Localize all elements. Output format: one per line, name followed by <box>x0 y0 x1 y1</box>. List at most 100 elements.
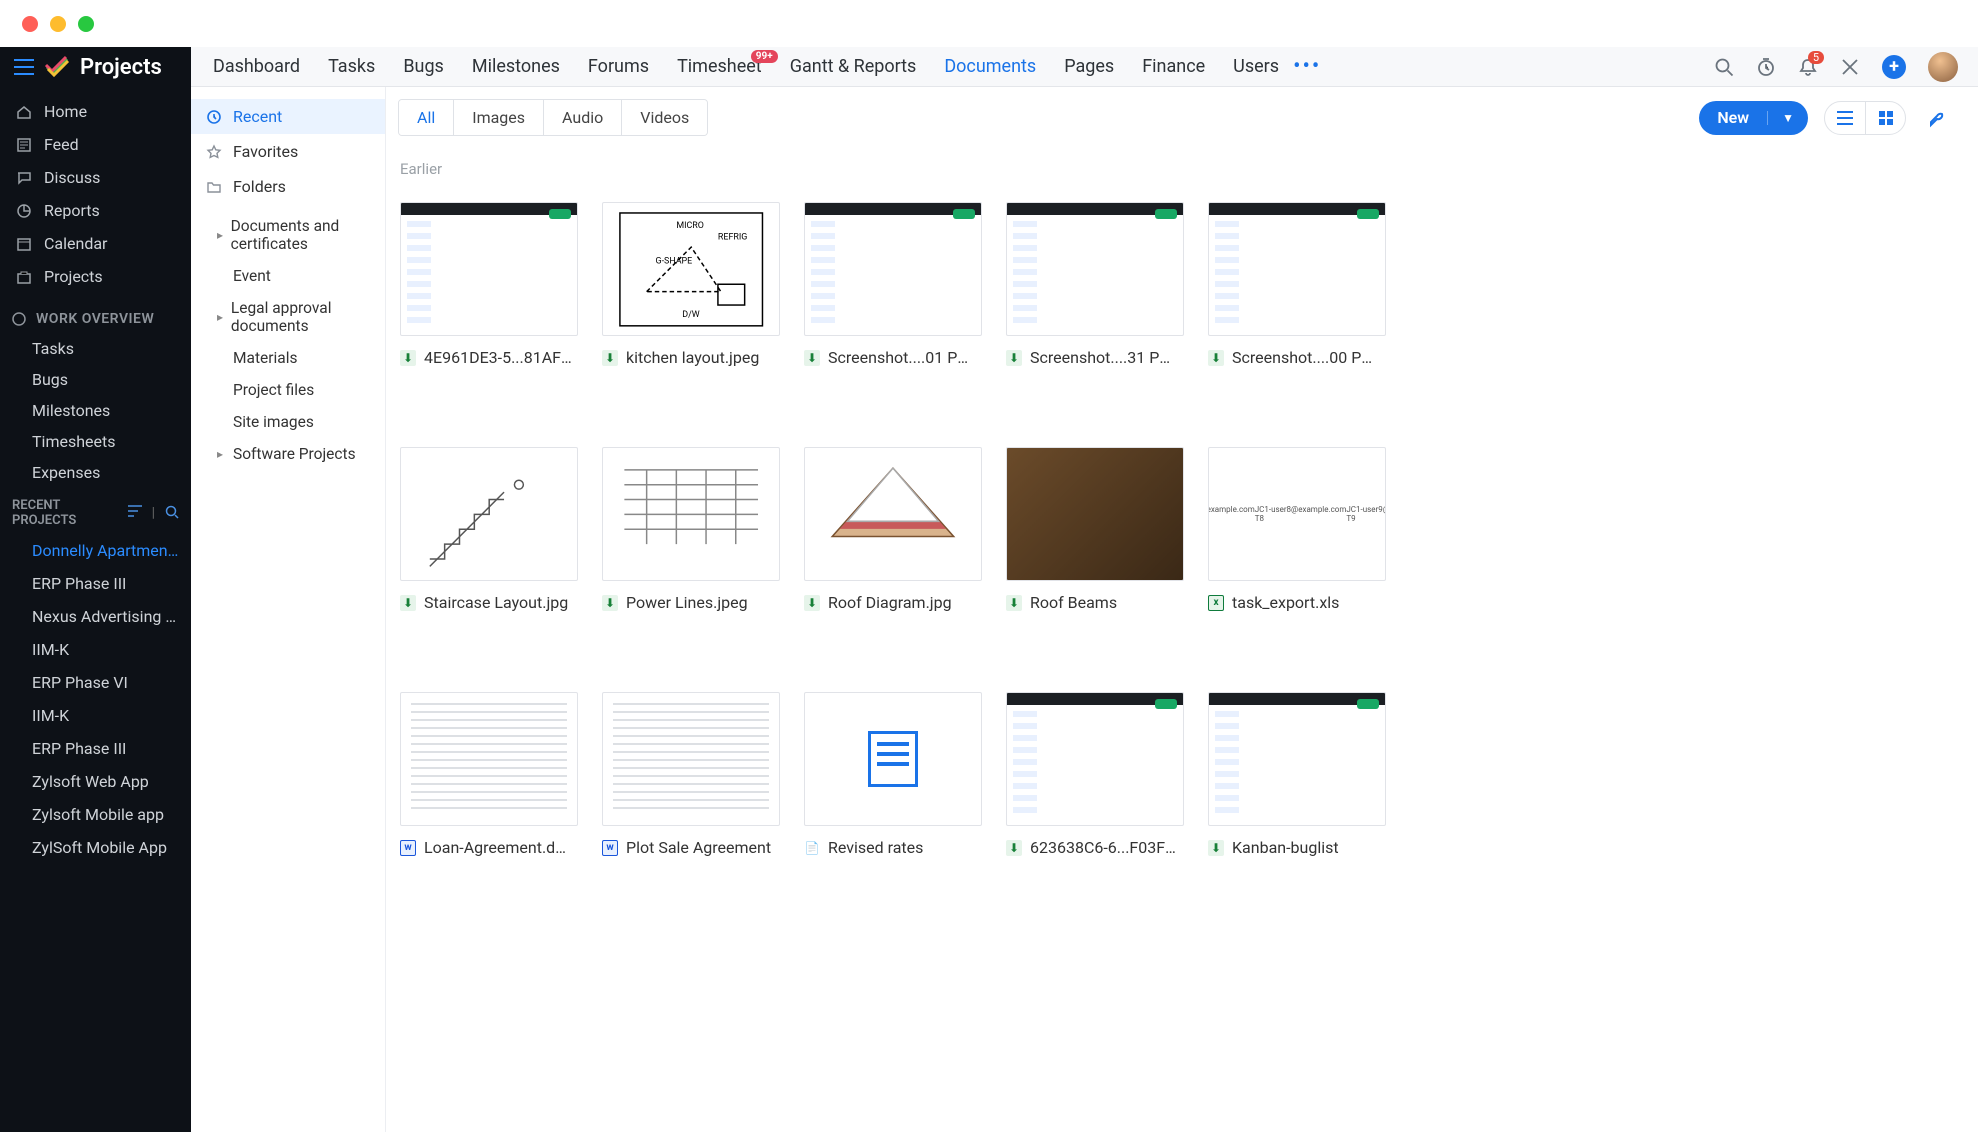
bell-icon[interactable]: 5 <box>1798 57 1818 77</box>
settings-icon[interactable] <box>1922 108 1954 128</box>
svg-text:MICRO: MICRO <box>676 220 704 230</box>
new-caret-icon[interactable]: ▼ <box>1767 111 1808 125</box>
grid-view-icon[interactable] <box>1865 102 1905 134</box>
file-card[interactable]: wLoan-Agreement.docx <box>400 692 578 857</box>
recent-project-item[interactable]: ZylSoft Mobile App <box>0 831 191 864</box>
recent-project-item[interactable]: Zylsoft Web App <box>0 765 191 798</box>
timer-icon[interactable] <box>1756 57 1776 77</box>
clock-icon <box>205 109 223 125</box>
tab-milestones[interactable]: Milestones <box>470 56 562 77</box>
file-card[interactable]: ⬇Roof Beams <box>1006 447 1184 612</box>
folder-tree-item[interactable]: Project files <box>191 374 385 406</box>
folder-tree-item[interactable]: ▸Software Projects <box>191 438 385 470</box>
file-name: 4E961DE3-5...81AF60.png <box>424 348 574 367</box>
more-tabs-icon[interactable]: ••• <box>1287 54 1327 79</box>
recent-project-item[interactable]: Donnelly Apartments C <box>0 534 191 567</box>
recent-project-item[interactable]: ERP Phase VI <box>0 666 191 699</box>
tab-pages[interactable]: Pages <box>1062 56 1116 77</box>
recent-project-item[interactable]: Zylsoft Mobile app <box>0 798 191 831</box>
recent-project-item[interactable]: ERP Phase III <box>0 567 191 600</box>
folder-tree-item[interactable]: Site images <box>191 406 385 438</box>
recent-search-icon[interactable] <box>165 505 179 521</box>
file-name: Kanban-buglist <box>1232 838 1339 857</box>
add-button[interactable]: + <box>1882 55 1906 79</box>
window-minimize-icon[interactable] <box>50 16 66 32</box>
sidebar-item-timesheets[interactable]: Timesheets <box>0 426 191 457</box>
file-card[interactable]: ⬇Screenshot....31 PM.png <box>1006 202 1184 367</box>
new-button[interactable]: New ▼ <box>1699 101 1808 135</box>
image-file-icon: ⬇ <box>804 350 820 366</box>
file-card[interactable]: wPlot Sale Agreement <box>602 692 780 857</box>
app-title: Projects <box>80 55 162 80</box>
folder-filter-folders[interactable]: Folders <box>191 169 385 204</box>
folder-panel: RecentFavoritesFolders ▸Documents and ce… <box>191 87 386 1132</box>
file-card[interactable]: 📄Revised rates <box>804 692 982 857</box>
discuss-icon <box>16 170 32 186</box>
window-maximize-icon[interactable] <box>78 16 94 32</box>
sidebar-item-milestones[interactable]: Milestones <box>0 395 191 426</box>
tab-gantt-reports[interactable]: Gantt & Reports <box>788 56 919 77</box>
tools-icon[interactable] <box>1840 57 1860 77</box>
sidebar-item-bugs[interactable]: Bugs <box>0 364 191 395</box>
menu-icon[interactable] <box>14 59 34 75</box>
doc-tab-all[interactable]: All <box>399 100 454 135</box>
file-card[interactable]: Task IdTaskJC1-T1user1@example.comJC1-T2… <box>1208 447 1386 612</box>
tab-forums[interactable]: Forums <box>586 56 651 77</box>
file-card[interactable]: ⬇4E961DE3-5...81AF60.png <box>400 202 578 367</box>
recent-project-item[interactable]: IIM-K <box>0 699 191 732</box>
sidebar-item-discuss[interactable]: Discuss <box>0 161 191 194</box>
file-card[interactable]: ⬇Roof Diagram.jpg <box>804 447 982 612</box>
recent-project-item[interactable]: ERP Phase III <box>0 732 191 765</box>
file-card[interactable]: ⬇Power Lines.jpeg <box>602 447 780 612</box>
folder-tree-item[interactable]: Event <box>191 260 385 292</box>
recent-project-item[interactable]: Nexus Advertising Agen <box>0 600 191 633</box>
sidebar-item-projects[interactable]: Projects <box>0 260 191 293</box>
file-card[interactable]: ⬇Staircase Layout.jpg <box>400 447 578 612</box>
tab-users[interactable]: Users <box>1231 56 1281 77</box>
sidebar-item-feed[interactable]: Feed <box>0 128 191 161</box>
doc-tab-videos[interactable]: Videos <box>622 100 707 135</box>
tab-dashboard[interactable]: Dashboard <box>211 56 302 77</box>
tab-bugs[interactable]: Bugs <box>401 56 446 77</box>
folder-filter-favorites[interactable]: Favorites <box>191 134 385 169</box>
file-card[interactable]: ⬇Screenshot....00 PM.png <box>1208 202 1386 367</box>
caret-icon: ▸ <box>217 447 227 461</box>
doc-tab-audio[interactable]: Audio <box>544 100 622 135</box>
file-card[interactable]: ⬇Screenshot....01 PM.png <box>804 202 982 367</box>
list-view-icon[interactable] <box>1825 102 1865 134</box>
file-card[interactable]: ⬇ Kanban-buglist <box>1208 692 1386 857</box>
title-bar <box>0 0 1978 47</box>
file-card[interactable]: MICROREFRIGG-SHAPED/W⬇kitchen layout.jpe… <box>602 202 780 367</box>
sidebar-item-label: Home <box>44 102 87 121</box>
sidebar-item-expenses[interactable]: Expenses <box>0 457 191 488</box>
folder-tree-item[interactable]: ▸Legal approval documents <box>191 292 385 342</box>
recent-sort-icon[interactable] <box>128 505 142 521</box>
image-file-icon: ⬇ <box>1208 840 1224 856</box>
folder-tree-item[interactable]: Materials <box>191 342 385 374</box>
file-name: Revised rates <box>828 838 923 857</box>
svg-text:REFRIG: REFRIG <box>718 232 747 242</box>
tab-timesheet[interactable]: Timesheet99+ <box>675 56 764 77</box>
tab-documents[interactable]: Documents <box>942 56 1038 77</box>
sidebar-item-calendar[interactable]: Calendar <box>0 227 191 260</box>
section-label: Earlier <box>386 146 1978 188</box>
window-close-icon[interactable] <box>22 16 38 32</box>
image-file-icon: ⬇ <box>602 595 618 611</box>
file-card[interactable]: ⬇623638C6-6...F03F46.PNG <box>1006 692 1184 857</box>
recent-project-item[interactable]: IIM-K <box>0 633 191 666</box>
sidebar-item-tasks[interactable]: Tasks <box>0 333 191 364</box>
folder-filter-recent[interactable]: Recent <box>191 99 385 134</box>
folder-tree-item[interactable]: ▸Documents and certificates <box>191 210 385 260</box>
tab-finance[interactable]: Finance <box>1140 56 1207 77</box>
svg-text:D/W: D/W <box>682 310 700 320</box>
tab-tasks[interactable]: Tasks <box>326 56 377 77</box>
sidebar-item-label: Feed <box>44 135 79 154</box>
app-logo-icon <box>44 54 70 80</box>
doc-tab-images[interactable]: Images <box>454 100 544 135</box>
file-name: Staircase Layout.jpg <box>424 593 568 612</box>
search-icon[interactable] <box>1714 57 1734 77</box>
sidebar-item-reports[interactable]: Reports <box>0 194 191 227</box>
sidebar-item-home[interactable]: Home <box>0 95 191 128</box>
avatar[interactable] <box>1928 52 1958 82</box>
file-name: Loan-Agreement.docx <box>424 838 574 857</box>
